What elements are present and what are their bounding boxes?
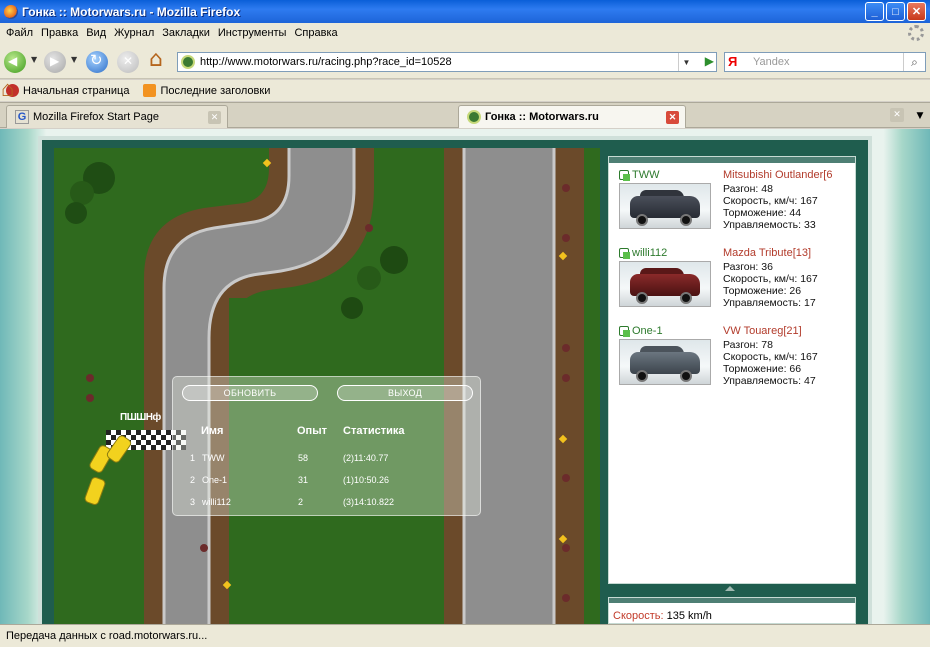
- stat-speed: Скорость, км/ч: 167: [723, 195, 818, 207]
- back-dropdown-icon[interactable]: ▼: [31, 55, 37, 64]
- minimize-button[interactable]: _: [865, 2, 884, 21]
- speed-panel: Скорость: 135 km/h: [608, 597, 856, 624]
- bookmark-label: Начальная страница: [23, 84, 130, 97]
- go-arrow-icon[interactable]: ▶: [705, 54, 714, 68]
- bookmarks-toolbar: Начальная страница Последние заголовки: [0, 80, 930, 101]
- url-bar[interactable]: http://www.motorwars.ru/racing.php?race_…: [177, 52, 717, 72]
- menu-help[interactable]: Справка: [290, 27, 341, 39]
- car-name[interactable]: Mitsubishi Outlander[6: [723, 169, 855, 181]
- stop-button[interactable]: [117, 51, 139, 73]
- stat-speed: Скорость, км/ч: 167: [723, 351, 818, 363]
- player-name[interactable]: One-1: [619, 325, 663, 337]
- menu-view[interactable]: Вид: [82, 27, 110, 39]
- stat-braking: Торможение: 66: [723, 363, 802, 375]
- tab-close-icon[interactable]: ✕: [666, 111, 679, 124]
- forward-button[interactable]: [44, 51, 66, 73]
- stat-acceleration: Разгон: 36: [723, 261, 773, 273]
- speed-readout: Скорость: 135 km/h: [613, 610, 712, 622]
- header-experience: Опыт: [297, 425, 327, 437]
- back-button[interactable]: [4, 51, 26, 73]
- tab-label: Mozilla Firefox Start Page: [33, 111, 159, 123]
- results-row: 3 willi112 2 (3)14:10.822: [190, 497, 395, 507]
- status-text: Передача данных с road.motorwars.ru...: [6, 630, 208, 642]
- header-statistics: Статистика: [343, 425, 405, 437]
- firefox-icon: [4, 4, 18, 19]
- player-card: One-1 VW Touareg[21] Разгон: 78 Скорость…: [619, 325, 855, 401]
- stat-handling: Управляемость: 33: [723, 219, 816, 231]
- player-name[interactable]: TWW: [619, 169, 659, 181]
- stat-braking: Торможение: 26: [723, 285, 802, 297]
- stat-handling: Управляемость: 47: [723, 375, 816, 387]
- search-placeholder: Yandex: [753, 56, 790, 68]
- home-button[interactable]: [148, 47, 170, 73]
- tab-start-page[interactable]: G Mozilla Firefox Start Page ✕: [6, 105, 228, 128]
- results-row: 2 One-1 31 (1)10:50.26: [190, 475, 390, 485]
- menu-bookmarks[interactable]: Закладки: [158, 27, 214, 39]
- stat-acceleration: Разгон: 78: [723, 339, 773, 351]
- speed-value: 135 km/h: [666, 610, 712, 622]
- tab-close-icon[interactable]: ✕: [208, 111, 221, 124]
- tab-bar: G Mozilla Firefox Start Page ✕ Гонка :: …: [0, 102, 930, 128]
- tab-list-dropdown-icon[interactable]: ▼: [912, 106, 928, 125]
- exit-button[interactable]: ВЫХОД: [337, 385, 473, 401]
- tab-label: Гонка :: Motorwars.ru: [485, 111, 599, 123]
- menu-bar: Файл Правка Вид Журнал Закладки Инструме…: [0, 23, 930, 43]
- throbber-icon: [908, 25, 924, 41]
- collapse-arrow-icon[interactable]: [725, 586, 735, 591]
- navigation-toolbar: ▼ ▼ http://www.motorwars.ru/racing.php?r…: [0, 43, 930, 79]
- reload-button[interactable]: [86, 51, 108, 73]
- player-name[interactable]: willi112: [619, 247, 667, 259]
- window-titlebar: Гонка :: Motorwars.ru - Mozilla Firefox …: [0, 0, 930, 23]
- user-icon: [619, 248, 630, 259]
- window-title: Гонка :: Motorwars.ru - Mozilla Firefox: [22, 4, 241, 19]
- results-row: 1 TWW 58 (2)11:40.77: [190, 453, 389, 463]
- menu-file[interactable]: Файл: [2, 27, 37, 39]
- speed-label: Скорость:: [613, 610, 664, 622]
- search-icon[interactable]: ⌕: [903, 53, 925, 71]
- home-icon: [6, 84, 19, 97]
- car-image: [619, 261, 711, 307]
- stat-braking: Торможение: 44: [723, 207, 802, 219]
- user-icon: [619, 326, 630, 337]
- bookmark-latest-headlines[interactable]: Последние заголовки: [143, 84, 270, 97]
- player-card: willi112 Mazda Tribute[13] Разгон: 36 Ск…: [619, 247, 855, 323]
- google-icon: G: [15, 110, 29, 124]
- header-name: Имя: [201, 425, 224, 437]
- car-image: [619, 339, 711, 385]
- close-tab-icon[interactable]: ✕: [890, 108, 904, 122]
- menu-tools[interactable]: Инструменты: [214, 27, 291, 39]
- url-text[interactable]: http://www.motorwars.ru/racing.php?race_…: [200, 56, 452, 68]
- menu-history[interactable]: Журнал: [110, 27, 158, 39]
- user-icon: [619, 170, 630, 181]
- url-history-dropdown-icon[interactable]: ▼: [678, 53, 694, 71]
- car-name[interactable]: Mazda Tribute[13]: [723, 247, 855, 259]
- site-favicon-icon: [467, 110, 481, 124]
- close-window-button[interactable]: ✕: [907, 2, 926, 21]
- menu-edit[interactable]: Правка: [37, 27, 82, 39]
- refresh-button[interactable]: ОБНОВИТЬ: [182, 385, 318, 401]
- search-input[interactable]: Я Yandex ⌕: [724, 52, 926, 72]
- bookmark-label: Последние заголовки: [160, 84, 271, 97]
- race-results-panel: ОБНОВИТЬ ВЫХОД Имя Опыт Статистика 1 TWW …: [172, 376, 481, 516]
- car-name[interactable]: VW Touareg[21]: [723, 325, 855, 337]
- stat-handling: Управляемость: 17: [723, 297, 816, 309]
- player-card: TWW Mitsubishi Outlander[6 Разгон: 48 Ск…: [619, 169, 855, 245]
- maximize-button[interactable]: □: [886, 2, 905, 21]
- status-bar: Передача данных с road.motorwars.ru...: [0, 624, 930, 647]
- stat-speed: Скорость, км/ч: 167: [723, 273, 818, 285]
- stat-acceleration: Разгон: 48: [723, 183, 773, 195]
- rss-icon: [143, 84, 157, 97]
- forward-dropdown-icon[interactable]: ▼: [71, 55, 77, 64]
- site-favicon-icon: [181, 55, 195, 69]
- players-panel: TWW Mitsubishi Outlander[6 Разгон: 48 Ск…: [608, 156, 856, 584]
- yandex-icon[interactable]: Я: [728, 54, 737, 69]
- start-line-label: ПШШНф: [120, 412, 161, 423]
- tab-motorwars[interactable]: Гонка :: Motorwars.ru ✕: [458, 105, 686, 128]
- car-image: [619, 183, 711, 229]
- bookmark-home[interactable]: Начальная страница: [6, 84, 129, 97]
